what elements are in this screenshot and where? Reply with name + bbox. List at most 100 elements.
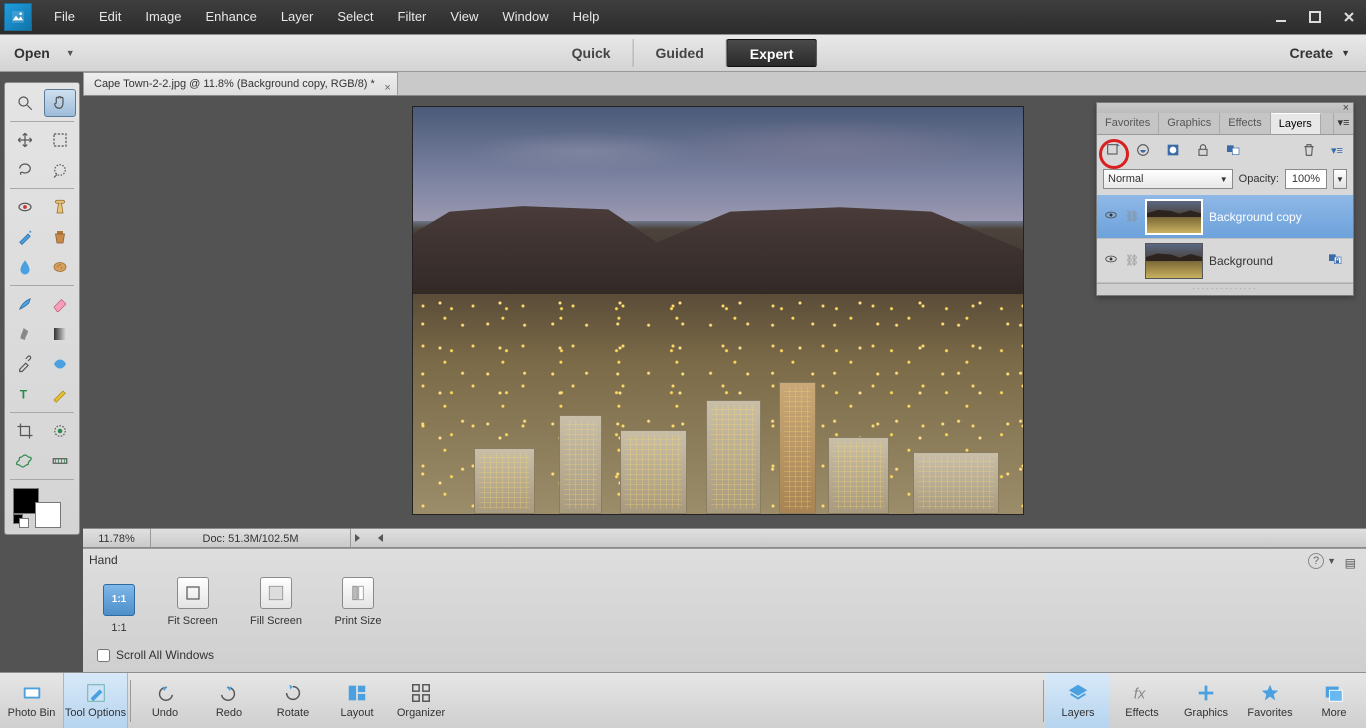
smudge-tool[interactable] [9,320,41,348]
quick-select-tool[interactable] [44,156,76,184]
menu-image[interactable]: Image [133,0,193,34]
effects-button[interactable]: fx Effects [1110,673,1174,728]
layer-mask-icon[interactable] [1223,140,1243,160]
lock-icon[interactable] [1193,140,1213,160]
layer-thumbnail[interactable] [1145,199,1203,235]
rotate-button[interactable]: Rotate [261,673,325,728]
link-icon[interactable]: ⛓ [1125,210,1139,223]
layer-thumbnail[interactable] [1145,243,1203,279]
opacity-dropdown[interactable]: ▼ [1333,169,1347,189]
tab-graphics[interactable]: Graphics [1159,113,1220,134]
document-tab[interactable]: Cape Town-2-2.jpg @ 11.8% (Background co… [83,72,398,95]
pencil-tool[interactable] [44,380,76,408]
fill-screen-button[interactable] [260,577,292,609]
organizer-button[interactable]: Organizer [389,673,453,728]
info-next-icon[interactable] [355,534,360,542]
eraser-tool[interactable] [44,290,76,318]
eyedropper-tool[interactable] [9,350,41,378]
delete-layer-icon[interactable] [1299,140,1319,160]
layout-button[interactable]: Layout [325,673,389,728]
layer-name[interactable]: Background copy [1209,210,1347,224]
tab-effects[interactable]: Effects [1220,113,1270,134]
layer-row[interactable]: ⛓ Background [1097,239,1353,283]
open-dropdown[interactable]: ▼ [66,48,75,58]
toolbox: T [4,82,80,535]
layer-name[interactable]: Background [1209,254,1321,268]
sponge-tool[interactable] [44,253,76,281]
menu-enhance[interactable]: Enhance [194,0,269,34]
graphics-button[interactable]: Graphics [1174,673,1238,728]
window-minimize-button[interactable] [1264,5,1298,29]
photo-bin-button[interactable]: Photo Bin [0,673,64,728]
panel-titlebar[interactable]: × [1097,103,1353,113]
mode-quick[interactable]: Quick [550,39,634,67]
blur-tool[interactable] [9,253,41,281]
type-tool[interactable]: T [9,380,41,408]
lasso-tool[interactable] [9,156,41,184]
layer-row[interactable]: ⛓ Background copy [1097,195,1353,239]
new-layer-icon[interactable] [1103,140,1123,160]
window-maximize-button[interactable] [1298,5,1332,29]
undo-button[interactable]: Undo [133,673,197,728]
panel-close-icon[interactable]: × [1343,102,1349,114]
panel-menu-icon[interactable]: ▤ [1345,556,1356,570]
menu-filter[interactable]: Filter [386,0,439,34]
gradient-tool[interactable] [44,320,76,348]
menu-file[interactable]: File [42,0,87,34]
open-button[interactable]: Open [14,45,50,61]
zoom-1to1-button[interactable]: 1:1 [103,584,135,616]
tab-favorites[interactable]: Favorites [1097,113,1159,134]
info-prev-icon[interactable] [378,534,383,542]
window-close-button[interactable] [1332,5,1366,29]
menu-help[interactable]: Help [561,0,612,34]
default-colors-icon[interactable] [13,514,25,526]
crop-tool[interactable] [9,417,41,445]
visibility-icon[interactable] [1103,208,1119,225]
scroll-all-windows-checkbox[interactable]: Scroll All Windows [97,648,214,662]
background-color[interactable] [35,502,61,528]
print-size-button[interactable] [342,577,374,609]
mode-expert[interactable]: Expert [727,39,817,67]
help-icon[interactable]: ? [1308,553,1324,569]
tab-layers[interactable]: Layers [1271,113,1321,134]
create-button[interactable]: Create ▼ [1289,45,1350,61]
visibility-icon[interactable] [1103,252,1119,269]
zoom-tool[interactable] [9,89,41,117]
redeye-tool[interactable] [9,193,41,221]
new-group-icon[interactable] [1133,140,1153,160]
adjustment-layer-icon[interactable] [1163,140,1183,160]
scroll-all-input[interactable] [97,649,110,662]
menu-layer[interactable]: Layer [269,0,326,34]
healing-brush-tool[interactable] [44,193,76,221]
straighten-tool[interactable] [44,447,76,475]
panel-menu-icon[interactable]: ▾≡ [1327,140,1347,160]
tool-options-button[interactable]: Tool Options [64,673,128,728]
clone-stamp-tool[interactable] [44,223,76,251]
brush-tool[interactable] [9,290,41,318]
panel-resize-handle[interactable]: ·············· [1097,283,1353,295]
fit-screen-button[interactable] [177,577,209,609]
panel-collapse-icon[interactable]: ▼ [1327,556,1336,566]
opacity-input[interactable]: 100% [1285,169,1327,189]
smart-brush-tool[interactable] [9,223,41,251]
more-button[interactable]: More [1302,673,1366,728]
zoom-level[interactable]: 11.78% [83,529,151,547]
menu-edit[interactable]: Edit [87,0,133,34]
favorites-button[interactable]: Favorites [1238,673,1302,728]
hand-tool[interactable] [44,89,76,117]
redo-button[interactable]: Redo [197,673,261,728]
move-tool[interactable] [9,126,41,154]
content-aware-tool[interactable] [9,447,41,475]
rect-marquee-tool[interactable] [44,126,76,154]
menu-view[interactable]: View [438,0,490,34]
link-icon[interactable]: ⛓ [1125,254,1139,267]
layers-button[interactable]: Layers [1046,673,1110,728]
blend-mode-select[interactable]: Normal ▼ [1103,169,1233,189]
color-swatches[interactable] [13,488,61,528]
menu-select[interactable]: Select [325,0,385,34]
panel-tab-menu-icon[interactable]: ▾≡ [1333,113,1353,134]
recompose-tool[interactable] [44,417,76,445]
custom-shape-tool[interactable] [44,350,76,378]
menu-window[interactable]: Window [490,0,560,34]
mode-guided[interactable]: Guided [634,39,727,67]
